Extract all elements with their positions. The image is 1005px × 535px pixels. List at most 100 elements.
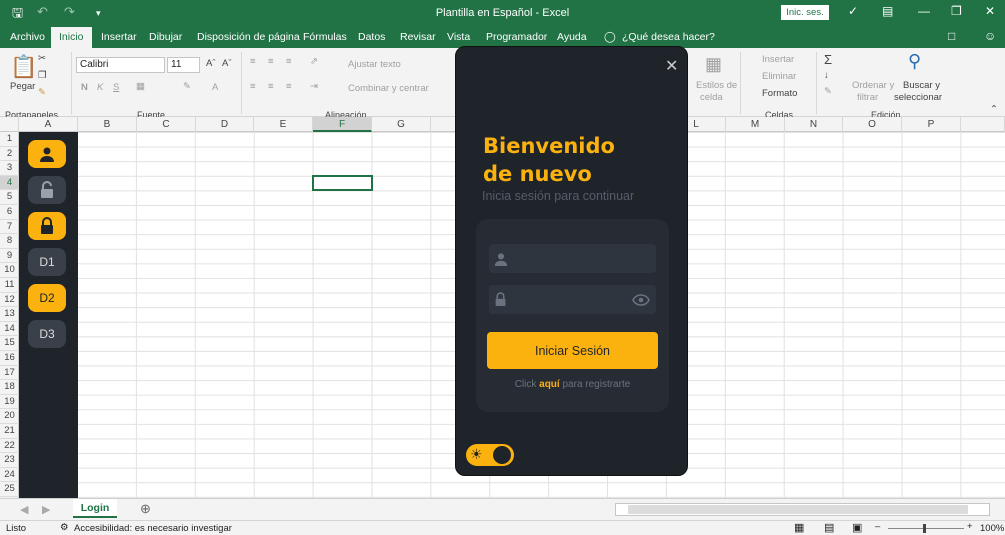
format-painter-icon[interactable]: ✎ (38, 87, 46, 98)
column-header[interactable]: B (78, 117, 137, 132)
align-right-icon[interactable]: ≡ (286, 81, 292, 92)
borders-icon[interactable]: ▦ (136, 81, 145, 92)
row-header[interactable]: 22 (0, 439, 19, 454)
row-header[interactable]: 1 (0, 132, 19, 147)
column-header[interactable]: G (372, 117, 431, 132)
add-sheet-icon[interactable]: ⊕ (140, 501, 151, 517)
row-header[interactable]: 6 (0, 205, 19, 220)
page-break-icon[interactable]: ▣ (852, 521, 862, 534)
zoom-out-icon[interactable]: – (875, 521, 880, 532)
align-middle-icon[interactable]: ≡ (268, 56, 274, 67)
italic-button[interactable]: K (97, 82, 103, 93)
row-header[interactable]: 2 (0, 147, 19, 162)
row-header[interactable]: 18 (0, 380, 19, 395)
theme-toggle[interactable]: ☀ (466, 444, 514, 466)
username-field[interactable] (489, 244, 656, 273)
page-layout-icon[interactable]: ▤ (824, 521, 834, 534)
tab-datos[interactable]: Datos (358, 31, 385, 43)
row-header[interactable]: 17 (0, 366, 19, 381)
login-button[interactable]: Iniciar Sesión (487, 332, 658, 369)
select-all-corner[interactable] (0, 117, 19, 132)
indent-icon[interactable]: ⇥ (310, 81, 318, 92)
font-color-button[interactable]: A (212, 82, 218, 93)
row-header[interactable]: 16 (0, 351, 19, 366)
row-header[interactable]: 13 (0, 307, 19, 322)
restore-icon[interactable]: ❐ (951, 4, 962, 18)
active-cell[interactable] (312, 175, 373, 191)
pen-icon[interactable]: ✓ (848, 4, 858, 18)
column-header[interactable]: M (726, 117, 785, 132)
tab-formulas[interactable]: Fórmulas (303, 31, 347, 43)
delete-cells-button[interactable]: Eliminar (762, 71, 796, 82)
cell-styles-label-1[interactable]: Estilos de (696, 80, 737, 91)
insert-cells-button[interactable]: Insertar (762, 54, 794, 65)
column-header[interactable]: C (137, 117, 196, 132)
row-header[interactable]: 5 (0, 190, 19, 205)
row-header[interactable]: 12 (0, 293, 19, 308)
row-header[interactable]: 3 (0, 161, 19, 176)
column-header[interactable]: D (196, 117, 254, 132)
font-size-box[interactable]: 11 (167, 57, 200, 73)
find-select-label-1[interactable]: Buscar y (903, 80, 940, 91)
row-header[interactable]: 25 (0, 482, 19, 497)
shrink-font-icon[interactable]: Aˇ (222, 58, 232, 69)
sheet-tab-login[interactable]: Login (73, 499, 117, 518)
tab-inicio[interactable]: Inicio (51, 27, 92, 48)
tab-insertar[interactable]: Insertar (101, 31, 137, 43)
minimize-icon[interactable]: — (918, 4, 930, 18)
close-window-icon[interactable]: ✕ (985, 4, 995, 18)
column-header[interactable]: P (902, 117, 961, 132)
zoom-slider[interactable] (888, 528, 964, 529)
format-cells-button[interactable]: Formato (762, 88, 797, 99)
column-header[interactable]: F (313, 117, 372, 132)
bold-button[interactable]: N (81, 82, 88, 93)
column-header[interactable] (961, 117, 1005, 132)
smile-icon[interactable]: ☺ (984, 29, 996, 43)
zoom-level[interactable]: 100% (980, 523, 1004, 534)
row-header[interactable]: 11 (0, 278, 19, 293)
find-icon[interactable]: ⚲ (908, 51, 921, 72)
accessibility-status[interactable]: Accesibilidad: es necesario investigar (74, 523, 232, 534)
lock-button[interactable] (28, 212, 66, 240)
row-header[interactable]: 4 (0, 175, 19, 191)
zoom-in-icon[interactable]: + (967, 521, 973, 532)
prev-sheet-icon[interactable]: ◀ (20, 503, 28, 516)
font-name-box[interactable]: Calibri (76, 57, 165, 73)
row-header[interactable]: 15 (0, 336, 19, 351)
copy-icon[interactable]: ❐ (38, 70, 47, 81)
cell-styles-icon[interactable]: ▦ (705, 54, 722, 75)
wrap-text-button[interactable]: Ajustar texto (348, 59, 401, 70)
close-icon[interactable]: ✕ (665, 56, 678, 76)
fill-color-icon[interactable]: ✎ (183, 81, 191, 92)
normal-view-icon[interactable]: ▦ (794, 521, 804, 534)
tab-vista[interactable]: Vista (447, 31, 470, 43)
align-center-icon[interactable]: ≡ (268, 81, 274, 92)
collapse-ribbon-icon[interactable]: ⌃ (990, 104, 998, 115)
tab-revisar[interactable]: Revisar (400, 31, 436, 43)
tab-ayuda[interactable]: Ayuda (557, 31, 587, 43)
paste-button[interactable]: Pegar (10, 81, 35, 92)
d3-button[interactable]: D3 (28, 320, 66, 348)
row-header[interactable]: 24 (0, 468, 19, 483)
row-header[interactable]: 8 (0, 234, 19, 249)
cell-styles-label-2[interactable]: celda (700, 92, 723, 103)
merge-center-button[interactable]: Combinar y centrar (348, 83, 429, 94)
row-header[interactable]: 9 (0, 249, 19, 264)
next-sheet-icon[interactable]: ▶ (42, 503, 50, 516)
tab-programador[interactable]: Programador (486, 31, 547, 43)
row-header[interactable]: 19 (0, 395, 19, 410)
ribbon-display-icon[interactable]: ▤ (882, 4, 893, 18)
fill-icon[interactable]: ↓ (824, 70, 829, 81)
password-input[interactable] (513, 285, 633, 314)
align-left-icon[interactable]: ≡ (250, 81, 256, 92)
tab-archivo[interactable]: Archivo (10, 31, 45, 43)
scrollbar-thumb[interactable] (628, 505, 968, 514)
tell-me-box[interactable]: ¿Qué desea hacer? (622, 31, 715, 43)
grow-font-icon[interactable]: Aˆ (206, 58, 216, 69)
row-header[interactable]: 20 (0, 409, 19, 424)
column-header[interactable]: N (785, 117, 843, 132)
find-select-label-2[interactable]: seleccionar (894, 92, 942, 103)
user-button[interactable] (28, 140, 66, 168)
horizontal-scrollbar[interactable] (615, 503, 990, 516)
row-header[interactable]: 10 (0, 263, 19, 278)
